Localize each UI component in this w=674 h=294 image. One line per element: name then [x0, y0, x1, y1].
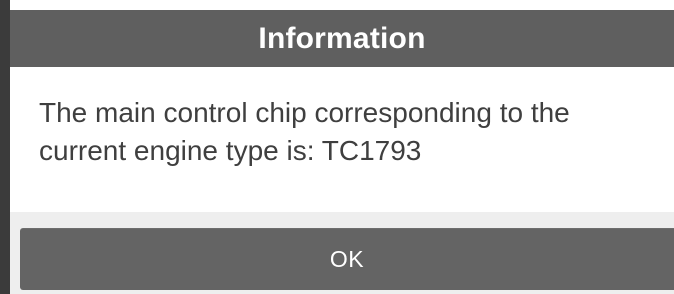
screen: Information The main control chip corres… — [0, 0, 674, 294]
dialog-button-area: OK — [10, 212, 674, 294]
information-dialog: Information The main control chip corres… — [10, 10, 674, 294]
dialog-title: Information — [258, 21, 426, 55]
ok-button-label: OK — [329, 245, 365, 272]
screen-edge — [0, 0, 10, 294]
dialog-message: The main control chip corresponding to t… — [39, 97, 570, 166]
ok-button[interactable]: OK — [20, 228, 674, 290]
dialog-title-bar: Information — [10, 10, 674, 67]
dialog-body: The main control chip corresponding to t… — [10, 67, 674, 212]
